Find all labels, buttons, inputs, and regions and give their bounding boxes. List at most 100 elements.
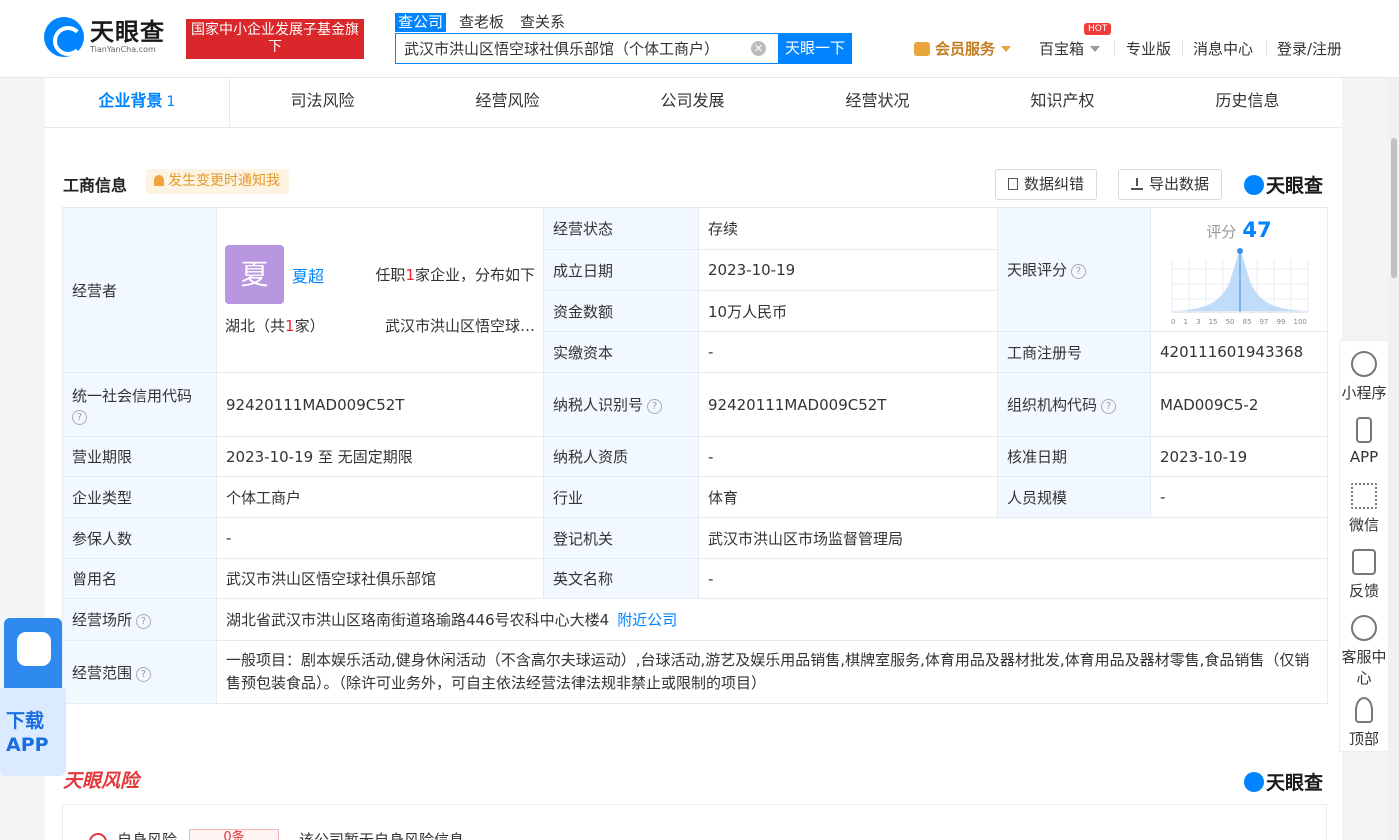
reg-no-label: 工商注册号 <box>997 331 1151 373</box>
tab-operation-status[interactable]: 经营状况 <box>785 78 970 127</box>
tab-label: 企业背景 <box>98 91 163 110</box>
search-input[interactable] <box>396 34 751 63</box>
operator-company-link[interactable]: 武汉市洪山区悟空球… <box>385 315 535 336</box>
sidebar-item-feedback[interactable]: 反馈 <box>1340 539 1388 605</box>
link-icon <box>1351 351 1377 377</box>
avatar[interactable]: 夏 <box>225 245 284 304</box>
watermark-text: 天眼查 <box>1266 175 1324 197</box>
self-risk-label: 自身风险 <box>117 831 178 840</box>
address-value: 湖北省武汉市洪山区珞南街道珞瑜路446号农科中心大楼4 <box>226 611 610 629</box>
tab-judicial-risk[interactable]: 司法风险 <box>230 78 415 127</box>
paid-capital-value: - <box>698 331 998 373</box>
tab-company-development[interactable]: 公司发展 <box>600 78 785 127</box>
search-tab-boss[interactable]: 查老板 <box>456 13 507 32</box>
vip-service-menu[interactable]: 会员服务 <box>914 38 1012 59</box>
scope-label: 经营范围? <box>62 640 217 704</box>
authority-label: 登记机关 <box>543 517 699 559</box>
phone-icon <box>1356 417 1372 443</box>
search-tab-relation[interactable]: 查关系 <box>517 13 568 32</box>
help-icon[interactable]: ? <box>647 399 663 414</box>
credit-code-label: 统一社会信用代码? <box>62 372 217 437</box>
help-icon[interactable]: ? <box>72 409 87 425</box>
download-text: 下载 <box>6 710 45 732</box>
address-cell: 湖北省武汉市洪山区珞南街道珞瑜路446号农科中心大楼4 附近公司 <box>216 598 1328 641</box>
sidebar-item-top[interactable]: 顶部 <box>1340 687 1388 753</box>
company-type-value: 个体工商户 <box>216 476 544 518</box>
taxpayer-qual-value: - <box>698 436 998 477</box>
tab-intellectual-property[interactable]: 知识产权 <box>970 78 1155 127</box>
baibao-label: 百宝箱 <box>1039 40 1085 58</box>
baibao-menu[interactable]: 百宝箱 <box>1039 38 1101 59</box>
found-date-value: 2023-10-19 <box>698 249 998 291</box>
app-promo-bottom: 下载 APP <box>0 688 66 776</box>
nearby-companies-link[interactable]: 附近公司 <box>617 611 677 629</box>
floating-sidebar: 小程序 APP 微信 反馈 客服中心 顶部 <box>1339 340 1389 752</box>
help-icon[interactable]: ? <box>1101 399 1117 414</box>
paid-capital-label: 实缴资本 <box>543 331 699 373</box>
risk-description: 该公司暂无自身风险信息 <box>299 831 465 840</box>
tianyancha-logo[interactable]: 天眼查 TianYanCha.com <box>44 17 165 57</box>
change-notify-button[interactable]: 发生变更时通知我 <box>146 169 289 194</box>
search-tab-company[interactable]: 查公司 <box>395 13 447 32</box>
logo-domain: TianYanCha.com <box>90 45 156 54</box>
sidebar-item-app[interactable]: APP <box>1340 407 1388 473</box>
tab-company-background[interactable]: 企业背景 1 <box>45 78 230 127</box>
term-label: 营业期限 <box>62 436 217 477</box>
message-center-link[interactable]: 消息中心 <box>1193 38 1253 59</box>
pro-version-link[interactable]: 专业版 <box>1126 38 1171 59</box>
search-box: ✕ <box>395 33 778 64</box>
nav-divider <box>1114 41 1115 55</box>
score-cell: 评分 47 0 1 3 15 50 85 97 99 100 <box>1150 207 1328 332</box>
sidebar-item-wechat[interactable]: 微信 <box>1340 473 1388 539</box>
insured-value: - <box>216 517 544 559</box>
status-label: 经营状态 <box>543 207 699 250</box>
section-tabs: 企业背景 1 司法风险 经营风险 公司发展 经营状况 知识产权 历史信息 <box>45 78 1342 128</box>
credit-code-value: 92420111MAD009C52T <box>216 372 544 437</box>
chevron-down-icon <box>1001 46 1012 52</box>
tab-operation-risk[interactable]: 经营风险 <box>415 78 600 127</box>
operator-name-link[interactable]: 夏超 <box>292 263 324 287</box>
section-title: 工商信息 <box>63 176 128 195</box>
company-detail-card: 企业背景 1 司法风险 经营风险 公司发展 经营状况 知识产权 历史信息 工商信息… <box>45 78 1342 840</box>
org-code-label: 组织机构代码? <box>997 372 1151 437</box>
message-icon <box>1352 549 1376 575</box>
download-app-float[interactable]: 下载 APP <box>0 618 66 776</box>
sidebar-item-label: 小程序 <box>1341 384 1387 402</box>
former-name-value: 武汉市洪山区悟空球社俱乐部馆 <box>216 558 544 599</box>
taxpayer-id-label: 纳税人识别号? <box>543 372 699 437</box>
capital-value: 10万人民币 <box>698 290 998 332</box>
clear-search-icon[interactable]: ✕ <box>751 41 766 56</box>
sidebar-item-label: 微信 <box>1348 516 1379 534</box>
staff-size-value: - <box>1150 476 1328 518</box>
score-label: 天眼评分? <box>997 207 1151 332</box>
sidebar-item-mini-program[interactable]: 小程序 <box>1340 341 1388 407</box>
approve-date-label: 核准日期 <box>997 436 1151 477</box>
help-icon[interactable]: ? <box>1071 264 1087 279</box>
bell-icon <box>154 175 164 186</box>
help-icon[interactable]: ? <box>136 666 152 682</box>
qr-code-icon <box>1351 483 1377 509</box>
score-caption: 评分 <box>1206 222 1237 241</box>
self-risk-row: 自身风险 0条 该公司暂无自身风险信息 <box>62 804 1327 840</box>
score-distribution-chart <box>1171 247 1309 312</box>
export-data-button[interactable]: 导出数据 <box>1118 169 1223 200</box>
help-icon[interactable]: ? <box>136 614 152 629</box>
top-navigation-bar: 天眼查 TianYanCha.com 国家中小企业发展子基金旗下 查公司 查老板… <box>0 0 1399 78</box>
data-correction-button[interactable]: 数据纠错 <box>995 169 1098 200</box>
search-button[interactable]: 天眼一下 <box>778 33 852 64</box>
gov-fund-banner[interactable]: 国家中小企业发展子基金旗下 <box>186 19 364 59</box>
tab-history-info[interactable]: 历史信息 <box>1155 78 1340 127</box>
login-register-link[interactable]: 登录/注册 <box>1277 38 1342 59</box>
export-label: 导出数据 <box>1149 175 1210 193</box>
sidebar-item-customer-service[interactable]: 客服中心 <box>1340 605 1388 687</box>
app-text: APP <box>6 734 49 756</box>
operator-cell: 夏 夏超 任职1家企业，分布如下 湖北（共1家） 武汉市洪山区悟空球… <box>216 207 544 373</box>
hot-badge: HOT <box>1084 23 1112 35</box>
document-icon <box>1008 178 1018 190</box>
taxpayer-qual-label: 纳税人资质 <box>543 436 699 477</box>
scrollbar-thumb[interactable] <box>1391 138 1397 278</box>
tianyancha-app-icon <box>17 632 51 666</box>
page-scrollbar[interactable] <box>1389 78 1399 840</box>
sidebar-item-label: APP <box>1349 448 1379 466</box>
company-type-label: 企业类型 <box>62 476 217 518</box>
